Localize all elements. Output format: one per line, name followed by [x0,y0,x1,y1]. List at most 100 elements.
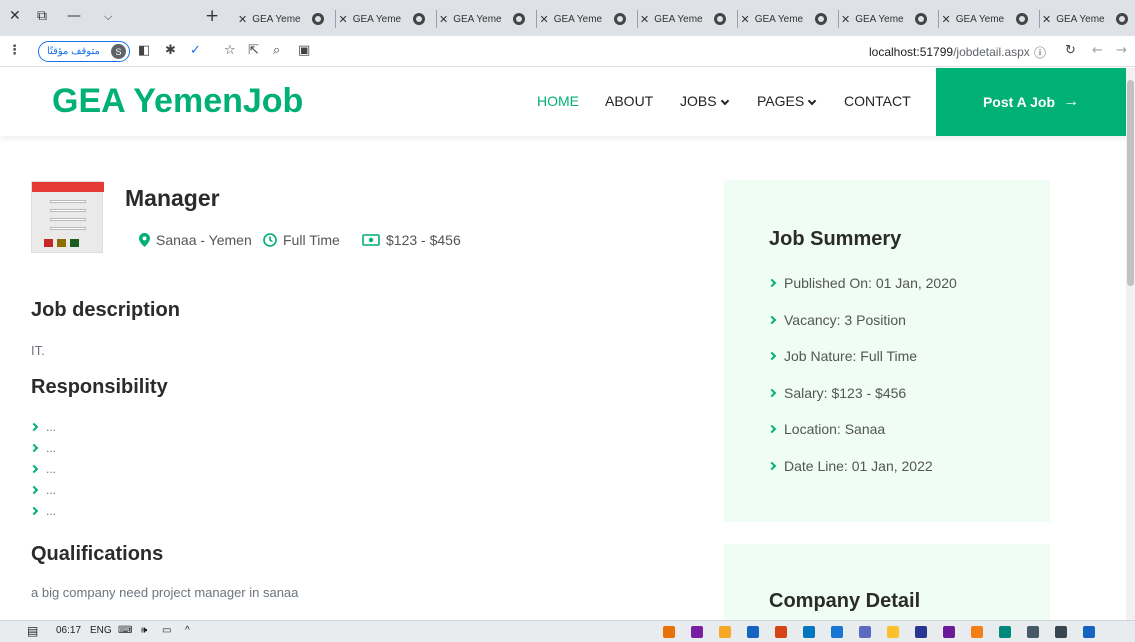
browser-tab[interactable]: ✕ GEA Yeme [339,9,437,29]
close-tab-icon[interactable]: ✕ [238,13,247,26]
close-tab-icon[interactable]: ✕ [841,13,850,26]
nav-about[interactable]: ABOUT [605,93,653,109]
url-path: /jobdetail.aspx [953,45,1030,59]
share-icon[interactable]: ⇱ [248,43,259,58]
browser-tab-title: GEA Yeme [754,13,804,25]
responsibility-item: ... [29,462,56,476]
url-host: localhost:51799 [869,45,954,59]
browser-tab-strip: ✕ ⧉ — ⌵ + ✕ GEA Yeme ✕ GEA Yeme ✕ GEA Yeme ✕ GE… [0,0,1135,36]
notification-icon[interactable]: ▤ [27,624,38,638]
new-tab-plus-icon[interactable]: + [205,6,219,26]
post-job-label: Post A Job [982,94,1056,110]
close-tab-icon[interactable]: ✕ [942,13,951,26]
taskbar-app-icon[interactable] [943,626,955,638]
taskbar-app-icon[interactable] [915,626,927,638]
nav-pages[interactable]: PAGES [757,93,817,109]
job-location: Sanaa - Yemen [139,232,252,248]
minimize-window-icon[interactable]: — [67,8,81,24]
chevron-right-icon [767,315,777,324]
summary-item-text: Vacancy: 3 Position [784,311,906,328]
job-location-text: Sanaa - Yemen [156,232,252,248]
tray-chevron-up-icon[interactable]: ^ [185,625,190,636]
company-detail-card: Company Detail [724,544,1050,620]
browser-tab[interactable]: ✕ GEA Yeme [540,9,638,29]
company-detail-heading: Company Detail [769,590,921,612]
os-taskbar: ▤ 06:17 ENG ⌨ 🕪 ▭ ^ [0,620,1135,642]
nav-jobs[interactable]: JOBS [680,93,729,109]
menu-kebab-icon[interactable]: ⋮ [8,43,21,58]
install-app-icon[interactable]: ▣ [298,43,310,58]
back-arrow-icon[interactable]: ← [1092,43,1103,58]
summary-item: Location: Sanaa [767,421,886,438]
scrollbar-thumb[interactable] [1127,80,1134,286]
address-bar[interactable]: localhost:51799/jobdetail.aspx [869,45,1030,59]
page-scrollbar[interactable] [1126,68,1135,620]
bookmark-star-icon[interactable]: ☆ [224,43,236,58]
taskbar-app-icon[interactable] [1055,626,1067,638]
taskbar-language[interactable]: ENG [90,625,112,636]
battery-icon[interactable]: ▭ [162,625,171,636]
chevron-right-icon [29,464,39,474]
taskbar-app-icon[interactable] [971,626,983,638]
checkmark-extension-icon[interactable]: ✓ [190,43,201,58]
site-info-icon[interactable]: ⓘ [1034,44,1046,61]
browser-tab[interactable]: ✕ GEA Yeme [439,9,537,29]
browser-tab[interactable]: ✕ GEA Yeme [640,9,738,29]
post-job-button[interactable]: Post A Job → [936,68,1126,136]
browser-tab[interactable]: ✕ GEA Yeme [942,9,1040,29]
close-tab-icon[interactable]: ✕ [640,13,649,26]
taskbar-app-icon[interactable] [719,626,731,638]
site-brand-logo[interactable]: GEA YemenJob [52,82,303,121]
browser-tab[interactable]: ✕ GEA Yeme [238,9,336,29]
browser-tab[interactable]: ✕ GEA Yeme [741,9,839,29]
taskbar-app-icon[interactable] [831,626,843,638]
taskbar-app-icon[interactable] [999,626,1011,638]
taskbar-app-icon[interactable] [887,626,899,638]
zoom-icon[interactable]: ⌕ [273,43,280,58]
close-window-icon[interactable]: ✕ [9,8,21,24]
browser-tab-title: GEA Yeme [955,13,1005,25]
taskbar-app-icon[interactable] [663,626,675,638]
sidebar-icon[interactable]: ◧ [138,43,150,58]
responsibility-text: ... [46,441,57,455]
summary-item-text: Location: Sanaa [784,421,886,438]
nav-contact[interactable]: CONTACT [844,93,911,109]
globe-icon [312,13,325,25]
job-summary-heading: Job Summery [769,228,902,250]
taskbar-app-icon[interactable] [691,626,703,638]
globe-icon [915,13,928,25]
reload-icon[interactable]: ↻ [1065,43,1076,58]
taskbar-app-icon[interactable] [775,626,787,638]
summary-item: Job Nature: Full Time [767,348,917,364]
summary-item: Salary: $123 - $456 [767,384,907,401]
map-marker-icon [139,233,150,247]
taskbar-clock[interactable]: 06:17 [56,625,81,636]
close-tab-icon[interactable]: ✕ [339,13,348,26]
browser-tab[interactable]: ✕ GEA Yeme [841,9,939,29]
chevron-right-icon [767,351,777,361]
browser-tab[interactable]: ✕ GEA Yeme [1042,9,1135,29]
job-salary-text: $123 - $456 [386,232,461,248]
volume-icon[interactable]: 🕪 [141,625,147,636]
close-tab-icon[interactable]: ✕ [741,13,750,26]
taskbar-app-icon[interactable] [859,626,871,638]
taskbar-app-icon[interactable] [747,626,759,638]
job-salary: $123 - $456 [362,232,461,248]
company-logo [31,181,104,253]
taskbar-app-icon[interactable] [803,626,815,638]
nav-home[interactable]: HOME [537,93,579,109]
close-tab-icon[interactable]: ✕ [439,13,448,26]
close-tab-icon[interactable]: ✕ [540,13,549,26]
taskbar-app-icon[interactable] [1027,626,1039,638]
restore-window-icon[interactable]: ⧉ [37,8,47,24]
profile-paused-pill[interactable]: متوقف مؤقتًا S [38,41,130,62]
tab-list-chevron-icon[interactable]: ⌵ [104,10,112,24]
browser-tab-title: GEA Yeme [855,13,904,25]
close-tab-icon[interactable]: ✕ [1042,13,1051,26]
taskbar-app-icon[interactable] [1083,626,1095,638]
globe-icon [613,13,626,25]
extensions-icon[interactable]: ✱ [165,43,176,58]
keyboard-icon[interactable]: ⌨ [118,625,132,636]
forward-arrow-icon[interactable]: → [1116,43,1127,58]
summary-item-text: Salary: $123 - $456 [784,384,907,401]
